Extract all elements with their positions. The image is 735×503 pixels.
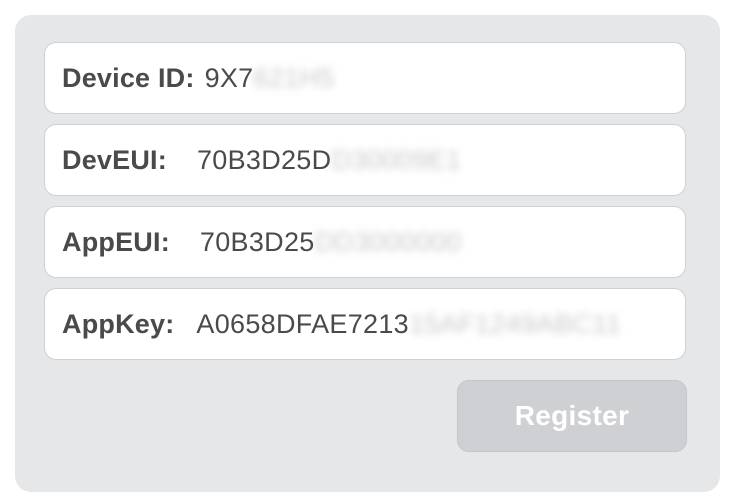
- device-id-value: 9X7621H5: [205, 63, 335, 94]
- registration-panel: Device ID: 9X7621H5 DevEUI: 70B3D25DD300…: [15, 15, 720, 492]
- app-key-label: AppKey:: [62, 308, 175, 339]
- dev-eui-value-visible: 70B3D25D: [196, 144, 332, 175]
- dev-eui-value: 70B3D25DD30009E1: [197, 145, 462, 176]
- app-eui-value-visible: 70B3D25: [199, 226, 315, 257]
- app-eui-value: 70B3D25DD3000000: [200, 227, 462, 258]
- dev-eui-label: DevEUI:: [62, 144, 167, 175]
- app-key-value-masked: 15AF1249ABC11: [408, 308, 622, 339]
- app-eui-value-masked: DD3000000: [314, 226, 462, 257]
- device-id-field[interactable]: Device ID: 9X7621H5: [44, 42, 686, 114]
- app-key-value: A0658DFAE721315AF1249ABC11: [196, 309, 621, 340]
- device-id-value-visible: 9X7: [204, 62, 254, 93]
- app-eui-label: AppEUI:: [62, 226, 170, 257]
- app-key-value-visible: A0658DFAE7213: [196, 308, 409, 339]
- device-id-label: Device ID:: [62, 62, 195, 93]
- dev-eui-value-masked: D30009E1: [331, 144, 462, 175]
- register-button[interactable]: Register: [457, 380, 687, 452]
- app-eui-field[interactable]: AppEUI: 70B3D25DD3000000: [44, 206, 686, 278]
- device-id-value-masked: 621H5: [253, 62, 335, 93]
- dev-eui-field[interactable]: DevEUI: 70B3D25DD30009E1: [44, 124, 686, 196]
- app-key-field[interactable]: AppKey: A0658DFAE721315AF1249ABC11: [44, 288, 686, 360]
